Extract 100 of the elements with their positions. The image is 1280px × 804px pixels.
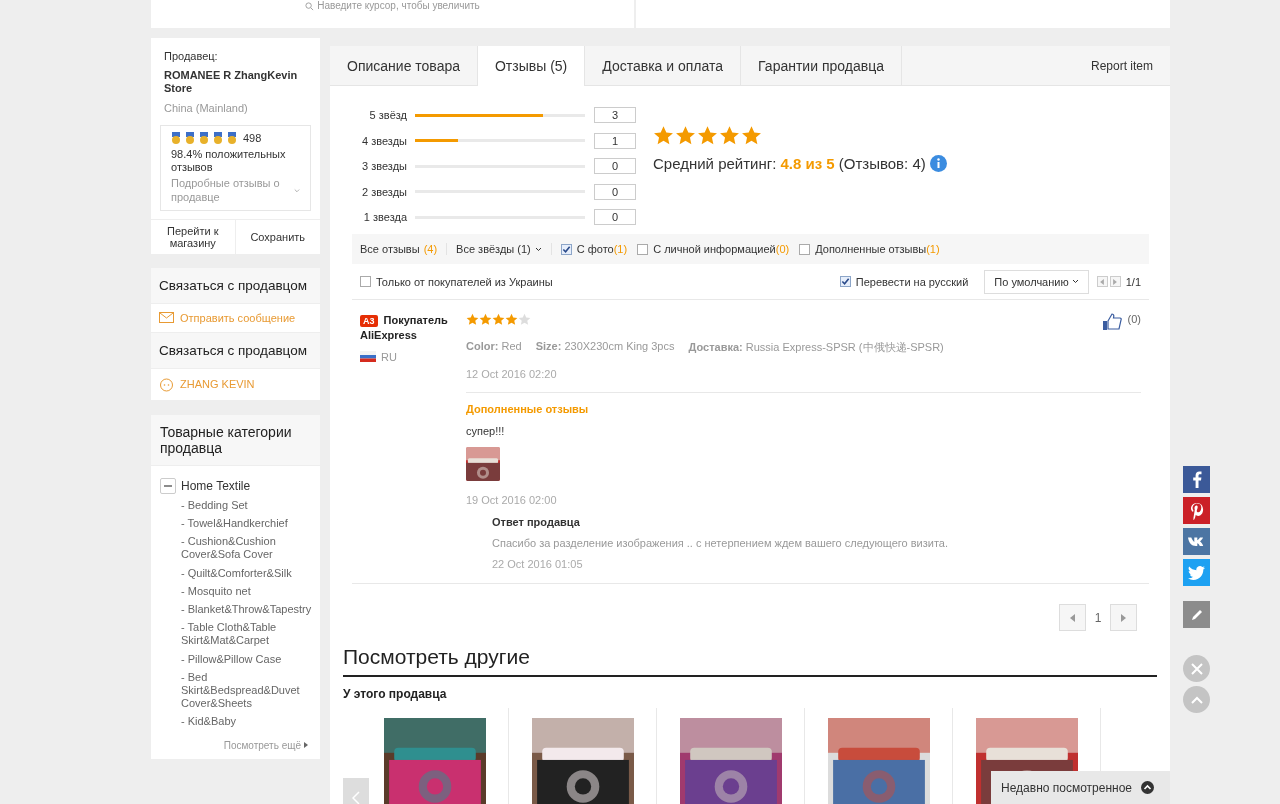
seller-reply-title: Ответ продавца [492,516,581,530]
subcategory-link[interactable]: - Bed Skirt&Bedspread&Duvet Cover&Sheets [181,670,312,711]
star-icon [492,313,505,326]
checkbox[interactable] [560,243,572,255]
reviewer-name: A3 Покупатель AliExpress [360,313,449,343]
caret-right-icon [304,742,308,748]
chevron-left-icon [352,791,360,804]
recently-viewed-bar[interactable]: Недавно посмотренное [991,771,1170,804]
store-name[interactable]: ROMANEE R ZhangKevin Store [164,69,311,96]
rating-label: 1 звезда [362,211,407,223]
page-number[interactable]: 1 [1086,610,1110,625]
page-count: 1/1 [1125,275,1141,288]
rating-count: 3 [594,107,636,123]
section-title: Посмотреть другие [343,645,1157,678]
flag-icon [360,351,376,363]
contact-title: Связаться с продавцом [151,332,320,369]
report-item-link[interactable]: Report item [1090,58,1170,73]
chevron-down-icon [294,187,300,194]
zoom-hint: Наведите курсор, чтобы увеличить [305,1,480,11]
caret-left-icon [1070,613,1075,622]
vk-icon[interactable] [1183,528,1210,555]
medals-icon [171,131,237,145]
subcategory-link[interactable]: - Bedding Set [181,498,312,513]
star-icon [518,313,531,326]
next-page-button[interactable] [1109,276,1121,287]
envelope-icon [159,312,174,324]
star-icon [741,125,762,146]
contact-title: Связаться с продавцом [151,267,320,304]
subcategory-link[interactable]: - Pillow&Pillow Case [181,652,312,666]
rating-count: 1 [594,132,636,149]
like-count: (0) [1127,313,1141,325]
tab[interactable]: Гарантии продавца [741,46,902,85]
subcategory-link[interactable]: - Towel&Handkerchief [181,517,312,531]
order-attribute: Доставка: Russia Express-SPSR (中俄快递-SPSR) [688,340,944,355]
tab[interactable]: Отзывы (5) [478,46,586,86]
star-icon [675,125,696,146]
pencil-icon[interactable] [1183,601,1210,628]
star-icon [466,313,479,326]
rating-count: 0 [594,158,636,174]
categories-title: Товарные категории продавца [151,414,320,466]
caret-right-icon [1121,613,1126,622]
chevron-up-icon [1141,781,1155,794]
star-icon [505,313,518,326]
filter-option[interactable]: Только от покупателей из Украины [376,275,553,288]
review-text: супер!!! [466,425,506,437]
filter-option[interactable]: Дополненные отзывы(1) [815,243,940,255]
subcategory-link[interactable]: - Quilt&Comforter&Silk [181,566,312,580]
chevron-down-icon [1071,279,1079,284]
additional-review-title: Дополненные отзывы [466,403,590,415]
close-icon[interactable] [1183,655,1210,682]
feedback-score: 498 [243,131,262,145]
checkbox[interactable] [839,276,851,287]
star-icon [719,125,740,146]
star-icon [479,313,492,326]
collapse-toggle[interactable] [160,477,176,494]
category-link[interactable]: Home Textile [181,478,251,493]
reply-date: 22 Oct 2016 01:05 [492,558,584,571]
average-rating: Средний рейтинг: 4.8 из 5 (Отзывов: 4) [653,155,926,172]
order-attribute: Color: Red [466,340,522,354]
filter-link[interactable]: Все отзывы (4) [360,243,448,255]
checkbox[interactable] [360,276,371,287]
tab[interactable]: Доставка и оплата [585,46,742,85]
subcategory-link[interactable]: - Mosquito net [181,584,312,598]
rating-count: 0 [594,183,636,200]
seller-country: China (Mainland) [164,101,249,115]
smiley-icon [159,376,174,392]
thumbs-up-icon[interactable] [1101,313,1122,331]
tab[interactable]: Описание товара [330,46,478,85]
translate-option[interactable]: Перевести на русский [855,275,969,288]
rating-label: 2 звезды [361,185,407,198]
search-icon [305,1,315,11]
caret-right-icon [1113,278,1118,285]
star-icon [653,125,674,146]
caret-left-icon [1100,278,1105,285]
subcategory-link[interactable]: - Cushion&Cushion Cover&Sofa Cover [181,535,312,562]
info-icon[interactable] [929,155,947,172]
filter-option[interactable]: С фото(1) [576,243,628,255]
rating-label: 4 звезды [361,134,407,147]
facebook-icon[interactable] [1183,466,1210,493]
pinterest-icon[interactable] [1183,497,1210,524]
subcategory-link[interactable]: - Kid&Baby [181,715,312,729]
rating-label: 5 звёзд [368,109,407,121]
sort-select[interactable]: По умолчанию [984,269,1089,294]
rating-count: 0 [594,209,636,225]
checkbox[interactable] [799,243,811,255]
checkbox[interactable] [637,243,649,255]
prev-page-button[interactable] [1059,604,1086,632]
reviewer-country: RU [381,350,397,363]
next-page-button[interactable] [1110,604,1137,632]
rating-label: 3 звезды [361,160,407,172]
review-date: 12 Oct 2016 02:20 [466,368,558,380]
twitter-icon[interactable] [1183,559,1210,586]
stars-dropdown[interactable]: Все звёзды (1) [456,243,552,255]
filter-option[interactable]: С личной информацией(0) [653,243,790,255]
prev-page-button[interactable] [1096,276,1108,287]
chevron-down-icon [534,246,542,252]
order-attribute: Size: 230X230cm King 3pcs [535,340,675,354]
subcategory-link[interactable]: - Blanket&Throw&Tapestry [181,603,312,617]
star-icon [697,125,718,146]
subcategory-link[interactable]: - Table Cloth&Table Skirt&Mat&Carpet [181,621,312,648]
